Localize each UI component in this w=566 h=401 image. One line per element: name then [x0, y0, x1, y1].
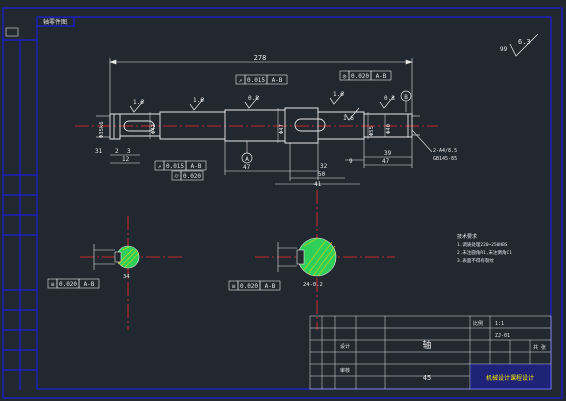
dim-32: 32: [320, 163, 328, 170]
center-hole-note-2: GB145-85: [433, 156, 457, 162]
diameter-4: Φ55: [369, 126, 375, 136]
tolerance-symbol: ◎: [343, 73, 347, 80]
dim-47a: 47: [243, 164, 251, 171]
surface-finish-note: 99: [500, 46, 508, 53]
tolerance-value: 0.020: [183, 173, 201, 180]
tolerance-value: 0.020: [240, 283, 258, 290]
overall-length-value: 278: [254, 54, 267, 62]
cad-drawing: 轴零件图 99 6.3 278 Φ35k6 Φ42 Φ47 Φ55 Φ40 1.…: [0, 0, 566, 401]
dim-41: 41: [314, 181, 322, 188]
dim-3: 3: [127, 148, 131, 155]
section-dim-1: 34: [123, 274, 130, 280]
roughness-5: 1.6: [343, 115, 354, 122]
tolerance-symbol: ≡: [232, 283, 236, 290]
roughness-4: 1.6: [333, 91, 344, 98]
title-drawing-no: ZJ-01: [495, 333, 510, 339]
tolerance-datum: A-B: [376, 73, 387, 80]
datum-b-label: B: [404, 94, 408, 101]
tolerance-datum: A-B: [265, 283, 276, 290]
dim-2: 2: [115, 148, 119, 155]
tolerance-value: 0.015: [247, 77, 265, 84]
roughness-2: 1.6: [193, 97, 204, 104]
diameter-2: Φ42: [151, 124, 157, 134]
section-dim-2: 24-0.2: [303, 282, 323, 288]
title-material: 45: [423, 374, 431, 382]
title-checker: 审核: [340, 367, 350, 374]
dim-12: 12: [122, 156, 130, 163]
diameter-5: Φ40: [386, 124, 392, 134]
drawing-stamp: 轴零件图: [43, 18, 67, 26]
sheet-background: [0, 0, 566, 401]
tolerance-datum: A-B: [272, 77, 283, 84]
diameter-3: Φ47: [279, 124, 285, 134]
dim-50: 50: [318, 171, 326, 178]
roughness-general-value: 6.3: [518, 38, 531, 46]
tolerance-value: 0.020: [59, 281, 77, 288]
title-sheet: 共 张: [533, 344, 546, 351]
tolerance-datum: A-B: [84, 281, 95, 288]
title-designer: 设计: [340, 343, 350, 350]
dim-39: 39: [384, 150, 392, 157]
tolerance-datum: A-B: [191, 163, 202, 170]
notes-line-2: 2.未注圆角R1,未注倒角C1: [457, 249, 512, 256]
dim-31: 31: [95, 148, 103, 155]
title-part-name: 轴: [422, 339, 431, 351]
roughness-3: 0.8: [248, 95, 259, 102]
roughness-1: 1.6: [133, 99, 144, 106]
dim-9: 9: [349, 158, 353, 165]
dim-47b: 47: [382, 158, 390, 165]
title-scale: 1:1: [495, 321, 504, 327]
center-hole-note-1: 2-A4/8.5: [433, 148, 457, 154]
tolerance-value: 0.015: [166, 163, 184, 170]
notes-line-3: 3.表面不得有裂纹: [457, 257, 494, 264]
tolerance-symbol: ⌭: [174, 173, 179, 180]
roughness-6: 0.8: [384, 95, 395, 102]
title-scale-label: 比例: [473, 320, 483, 327]
title-school: 机械设计课程设计: [486, 374, 534, 382]
tolerance-symbol: ≡: [51, 281, 55, 288]
datum-a-label: A: [245, 156, 249, 163]
tolerance-symbol: ↗: [239, 77, 243, 84]
tolerance-symbol: ↗: [158, 163, 162, 170]
tolerance-value: 0.020: [351, 73, 369, 80]
diameter-left: Φ35k6: [99, 121, 105, 138]
notes-line-1: 1.调质处理220~250HBS: [457, 241, 508, 248]
notes-title: 技术要求: [457, 233, 477, 240]
